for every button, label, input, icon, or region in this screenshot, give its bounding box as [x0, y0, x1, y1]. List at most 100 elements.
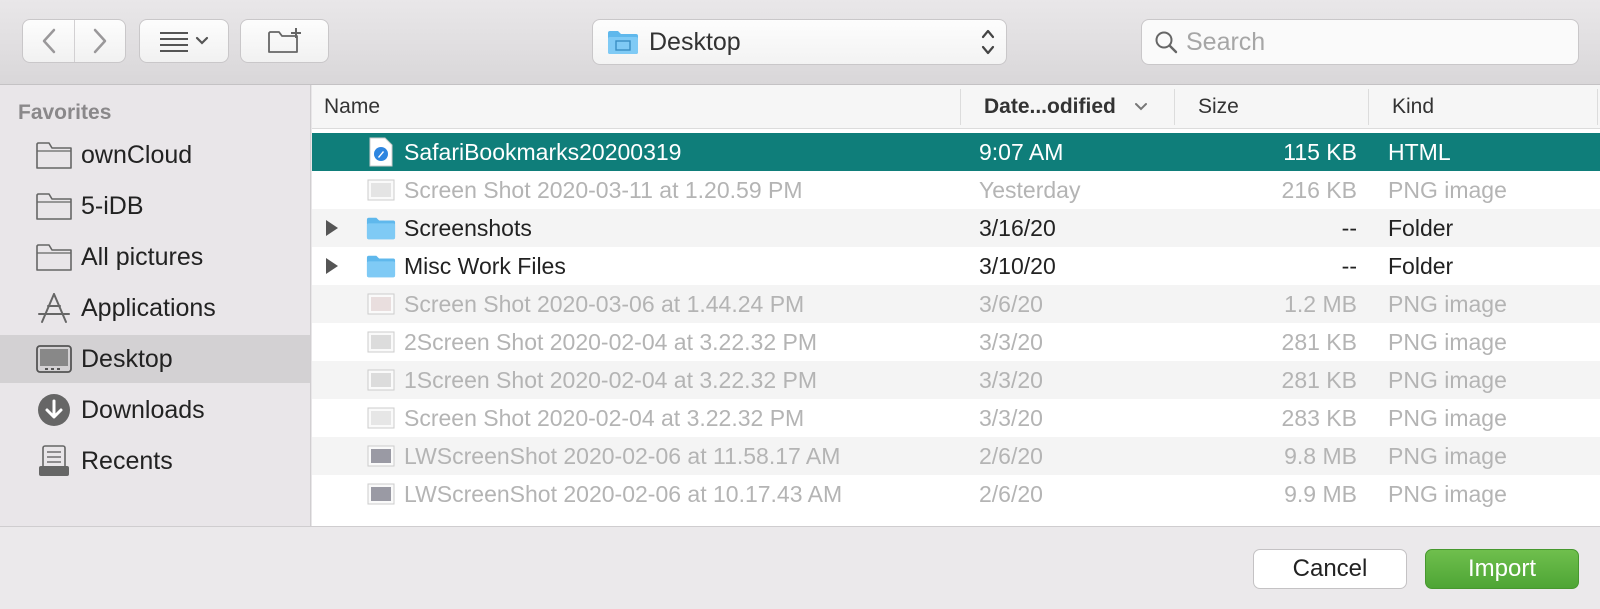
png-file-icon [367, 483, 395, 505]
column-date-label: Date...odified [984, 95, 1116, 118]
sidebar-item-downloads[interactable]: Downloads [0, 386, 310, 434]
column-divider[interactable] [1174, 89, 1175, 125]
file-date: 3/3/20 [979, 328, 1043, 355]
file-date: 3/6/20 [979, 290, 1043, 317]
png-file-icon [367, 445, 395, 467]
sort-descending-icon [1134, 103, 1147, 111]
folder-icon [366, 255, 396, 278]
file-size: -- [1341, 214, 1357, 241]
file-row: LWScreenShot 2020-02-06 at 11.58.17 AM 2… [312, 437, 1600, 475]
sidebar-item-all-pictures[interactable]: All pictures [0, 233, 310, 281]
file-date: 3/3/20 [979, 366, 1043, 393]
location-popup[interactable]: Desktop [592, 19, 1007, 65]
file-name: LWScreenShot 2020-02-06 at 10.17.43 AM [404, 480, 843, 507]
file-size: 9.8 MB [1284, 442, 1357, 469]
file-size: 283 KB [1281, 404, 1357, 431]
file-row[interactable]: Screenshots 3/16/20 -- Folder [312, 209, 1600, 247]
column-date-modified[interactable]: Date...odified [972, 85, 1182, 129]
file-row: LWScreenShot 2020-02-06 at 10.17.43 AM 2… [312, 475, 1600, 513]
file-kind: PNG image [1388, 328, 1507, 355]
forward-button[interactable] [74, 20, 125, 62]
column-divider[interactable] [1597, 89, 1598, 125]
column-divider[interactable] [1368, 89, 1369, 125]
up-down-arrows-icon [981, 29, 995, 55]
file-size: 9.9 MB [1284, 480, 1357, 507]
png-file-icon [367, 369, 395, 391]
view-options-button[interactable] [139, 19, 229, 63]
file-kind: PNG image [1388, 290, 1507, 317]
file-date: 9:07 AM [979, 138, 1064, 165]
file-kind: PNG image [1388, 480, 1507, 507]
file-name: SafariBookmarks20200319 [404, 138, 682, 165]
file-kind: PNG image [1388, 176, 1507, 203]
toolbar: Desktop [0, 0, 1600, 85]
file-kind: Folder [1388, 214, 1454, 241]
file-name: Screen Shot 2020-03-06 at 1.44.24 PM [404, 290, 805, 317]
sidebar-item-owncloud[interactable]: ownCloud [0, 131, 310, 179]
file-date: 2/6/20 [979, 442, 1043, 469]
file-date: 3/16/20 [979, 214, 1056, 241]
chevron-left-icon [42, 28, 55, 54]
file-row: Screen Shot 2020-02-04 at 3.22.32 PM 3/3… [312, 399, 1600, 437]
file-kind: PNG image [1388, 442, 1507, 469]
disclosure-triangle[interactable] [325, 209, 339, 247]
disclosure-triangle-icon [326, 220, 338, 236]
sidebar-item-label: ownCloud [81, 140, 193, 169]
cancel-button[interactable]: Cancel [1253, 549, 1407, 589]
file-date: 3/10/20 [979, 252, 1056, 279]
back-button[interactable] [23, 20, 74, 62]
column-kind[interactable]: Kind [1380, 85, 1580, 129]
sidebar-item-label: Recents [81, 446, 173, 475]
file-date: 2/6/20 [979, 480, 1043, 507]
location-label: Desktop [649, 27, 741, 56]
column-name[interactable]: Name [312, 85, 960, 129]
file-kind: PNG image [1388, 366, 1507, 393]
new-folder-button[interactable] [240, 19, 329, 63]
file-kind: Folder [1388, 252, 1454, 279]
file-list: Name Date...odified Size Kind SafariBook… [312, 85, 1600, 526]
sidebar-item-label: Desktop [81, 344, 173, 373]
file-size: -- [1341, 252, 1357, 279]
desktop-folder-icon [608, 31, 638, 54]
file-row[interactable]: Misc Work Files 3/10/20 -- Folder [312, 247, 1600, 285]
disclosure-triangle-icon [326, 258, 338, 274]
file-row[interactable]: SafariBookmarks20200319 9:07 AM 115 KB H… [312, 133, 1600, 171]
sidebar-item-recents[interactable]: Recents [0, 437, 310, 485]
png-file-icon [367, 407, 395, 429]
file-name: Screenshots [404, 214, 532, 241]
folder-icon [36, 244, 72, 271]
sidebar-item-label: Applications [81, 293, 216, 322]
list-view-icon [160, 32, 188, 52]
downloads-icon [38, 394, 70, 426]
search-input[interactable] [1186, 27, 1566, 57]
disclosure-triangle[interactable] [325, 247, 339, 285]
recents-icon [39, 445, 69, 476]
sidebar-item-applications[interactable]: Applications [0, 284, 310, 332]
file-size: 1.2 MB [1284, 290, 1357, 317]
desktop-icon [36, 345, 72, 373]
sidebar-item-5-idb[interactable]: 5-iDB [0, 182, 310, 230]
folder-icon [36, 193, 72, 220]
file-row: 1Screen Shot 2020-02-04 at 3.22.32 PM 3/… [312, 361, 1600, 399]
search-field[interactable] [1141, 19, 1579, 65]
file-date: 3/3/20 [979, 404, 1043, 431]
file-name: 2Screen Shot 2020-02-04 at 3.22.32 PM [404, 328, 818, 355]
file-name: Misc Work Files [404, 252, 566, 279]
html-file-icon [369, 137, 393, 167]
column-divider[interactable] [960, 89, 961, 125]
sidebar-item-desktop[interactable]: Desktop [0, 335, 310, 383]
png-file-icon [367, 293, 395, 315]
file-name: 1Screen Shot 2020-02-04 at 3.22.32 PM [404, 366, 818, 393]
folder-icon [36, 142, 72, 169]
search-icon [1155, 31, 1178, 54]
column-size[interactable]: Size [1186, 85, 1366, 129]
file-row: Screen Shot 2020-03-11 at 1.20.59 PM Yes… [312, 171, 1600, 209]
import-button[interactable]: Import [1425, 549, 1579, 589]
file-size: 281 KB [1281, 328, 1357, 355]
file-kind: PNG image [1388, 404, 1507, 431]
file-name: Screen Shot 2020-03-11 at 1.20.59 PM [404, 176, 803, 203]
new-folder-icon [267, 28, 301, 53]
file-name: Screen Shot 2020-02-04 at 3.22.32 PM [404, 404, 805, 431]
file-kind: HTML [1388, 138, 1451, 165]
chevron-right-icon [93, 28, 107, 54]
